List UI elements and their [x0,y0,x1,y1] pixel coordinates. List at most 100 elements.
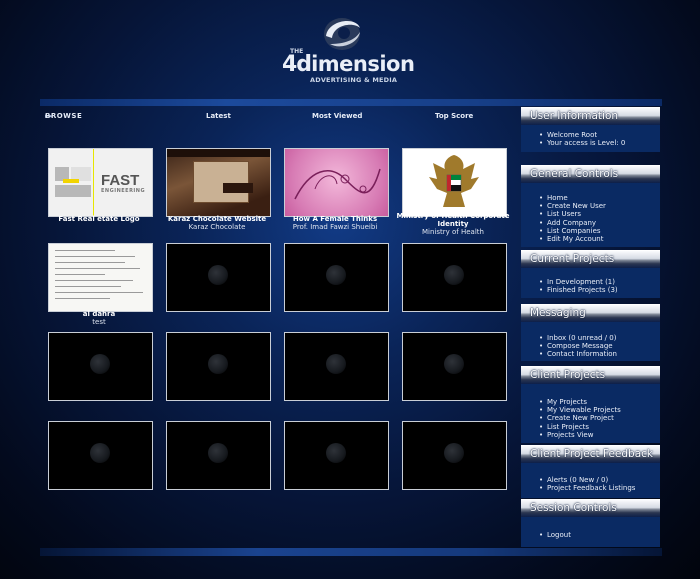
link-contact-information[interactable]: Contact Information [539,350,660,358]
project-thumbnail[interactable] [402,148,507,217]
logo-the: THE [290,48,304,55]
doc-line [55,286,121,287]
doc-line [55,256,135,257]
link-finished-projects[interactable]: Finished Projects (3) [539,286,660,294]
link-alerts[interactable]: Alerts (0 New / 0) [539,476,660,484]
link-home[interactable]: Home [539,194,660,202]
project-title[interactable]: al dahra [34,310,164,318]
link-add-company[interactable]: Add Company [539,219,660,227]
empty-project-slot [166,332,271,401]
welcome-text: Welcome Root [539,131,660,139]
panel-client-project-feedback: Client Project Feedback Alerts (0 New / … [521,445,660,498]
project-title[interactable]: Karaz Chocolate Website [152,215,282,223]
thumb-header [167,149,270,157]
logo-block [55,185,91,197]
panel-title: Messaging [521,304,660,322]
empty-project-slot [402,332,507,401]
tab-browse-label: BROWSE [45,112,83,120]
doc-line [55,262,125,263]
tab-most-viewed[interactable]: Most Viewed [312,112,362,120]
link-inbox[interactable]: Inbox (0 unread / 0) [539,334,660,342]
project-caption[interactable]: How A Female Thinks Prof. Imad Fawzi Shu… [270,215,400,231]
logo-divider [93,149,94,216]
project-thumbnail[interactable] [48,243,153,312]
bottom-divider-bar [40,548,662,556]
project-thumbnail[interactable] [284,148,389,217]
project-subtitle: Ministry of Health [422,228,484,236]
panel-session-controls: Session Controls Logout [521,499,660,547]
project-subtitle: test [92,318,106,326]
doc-line [55,250,115,251]
link-list-companies[interactable]: List Companies [539,227,660,235]
panel-current-projects: Current Projects In Development (1) Fini… [521,250,660,298]
panel-body: Welcome Root Your access is Level: 0 [521,125,660,152]
logo-number: 4d [282,52,312,77]
company-logo: THE 4dimension ADVERTISING & MEDIA [282,14,415,84]
empty-project-slot [166,421,271,490]
panel-general-controls: General Controls Home Create New User Li… [521,165,660,247]
link-my-projects[interactable]: My Projects [539,398,660,406]
panel-title: General Controls [521,165,660,183]
project-caption[interactable]: al dahra test [34,310,164,326]
project-thumbnail[interactable]: FAST ENGINEERING [48,148,153,217]
link-project-feedback-listings[interactable]: Project Feedback Listings [539,484,660,492]
link-edit-my-account[interactable]: Edit My Account [539,235,660,243]
empty-project-slot [48,332,153,401]
doc-line [55,298,110,299]
project-title[interactable]: Ministry of Health Corporate Identity [388,212,518,228]
thumb-fast-text: FAST [101,172,140,189]
logo-tagline: ADVERTISING & MEDIA [310,76,398,84]
project-subtitle: Karaz Chocolate [188,223,246,231]
doc-line [55,268,140,269]
doc-line [55,274,105,275]
top-divider-bar [40,99,662,106]
empty-project-slot [166,243,271,312]
doc-line [55,292,143,293]
panel-body: Logout [521,517,660,547]
doc-line [55,280,133,281]
tab-latest[interactable]: Latest [206,112,231,120]
link-projects-view[interactable]: Projects View [539,431,660,439]
project-thumbnail[interactable] [166,148,271,217]
empty-project-slot [48,421,153,490]
project-title[interactable]: Fast Real etate Logo [34,215,164,223]
panel-body: In Development (1) Finished Projects (3) [521,268,660,298]
panel-title: Client Projects [521,366,660,384]
link-compose-message[interactable]: Compose Message [539,342,660,350]
panel-body: My Projects My Viewable Projects Create … [521,384,660,443]
link-list-users[interactable]: List Users [539,210,660,218]
emblem-icon [429,155,479,207]
link-create-new-project[interactable]: Create New Project [539,414,660,422]
panel-title: Session Controls [521,499,660,517]
panel-title: Current Projects [521,250,660,268]
empty-project-slot [284,421,389,490]
thumb-chocolate-bar [223,183,253,193]
panel-messaging: Messaging Inbox (0 unread / 0) Compose M… [521,304,660,361]
link-in-development[interactable]: In Development (1) [539,278,660,286]
panel-body: Alerts (0 New / 0) Project Feedback List… [521,463,660,498]
tab-browse[interactable]: BROWSE ▸▸ [45,112,82,120]
tab-top-score[interactable]: Top Score [435,112,473,120]
project-caption[interactable]: Ministry of Health Corporate Identity Mi… [388,212,518,236]
logo-swirl-icon [324,18,360,50]
empty-project-slot [402,243,507,312]
project-subtitle: Prof. Imad Fawzi Shueibi [292,223,378,231]
logo-word: imension [311,52,415,76]
empty-project-slot [402,421,507,490]
project-caption[interactable]: Fast Real etate Logo [34,215,164,223]
link-my-viewable-projects[interactable]: My Viewable Projects [539,406,660,414]
panel-body: Inbox (0 unread / 0) Compose Message Con… [521,322,660,361]
link-create-new-user[interactable]: Create New User [539,202,660,210]
project-caption[interactable]: Karaz Chocolate Website Karaz Chocolate [152,215,282,231]
logo-wordmark: THE 4dimension [282,48,415,77]
floral-swirl-icon [294,168,381,200]
panel-body: Home Create New User List Users Add Comp… [521,183,660,247]
panel-user-information: User Information Welcome Root Your acces… [521,107,660,152]
empty-project-slot [284,243,389,312]
empty-project-slot [284,332,389,401]
link-logout[interactable]: Logout [539,531,660,539]
logo-block [63,179,79,183]
thumb-engineering-text: ENGINEERING [101,188,146,194]
link-list-projects[interactable]: List Projects [539,423,660,431]
project-title[interactable]: How A Female Thinks [270,215,400,223]
